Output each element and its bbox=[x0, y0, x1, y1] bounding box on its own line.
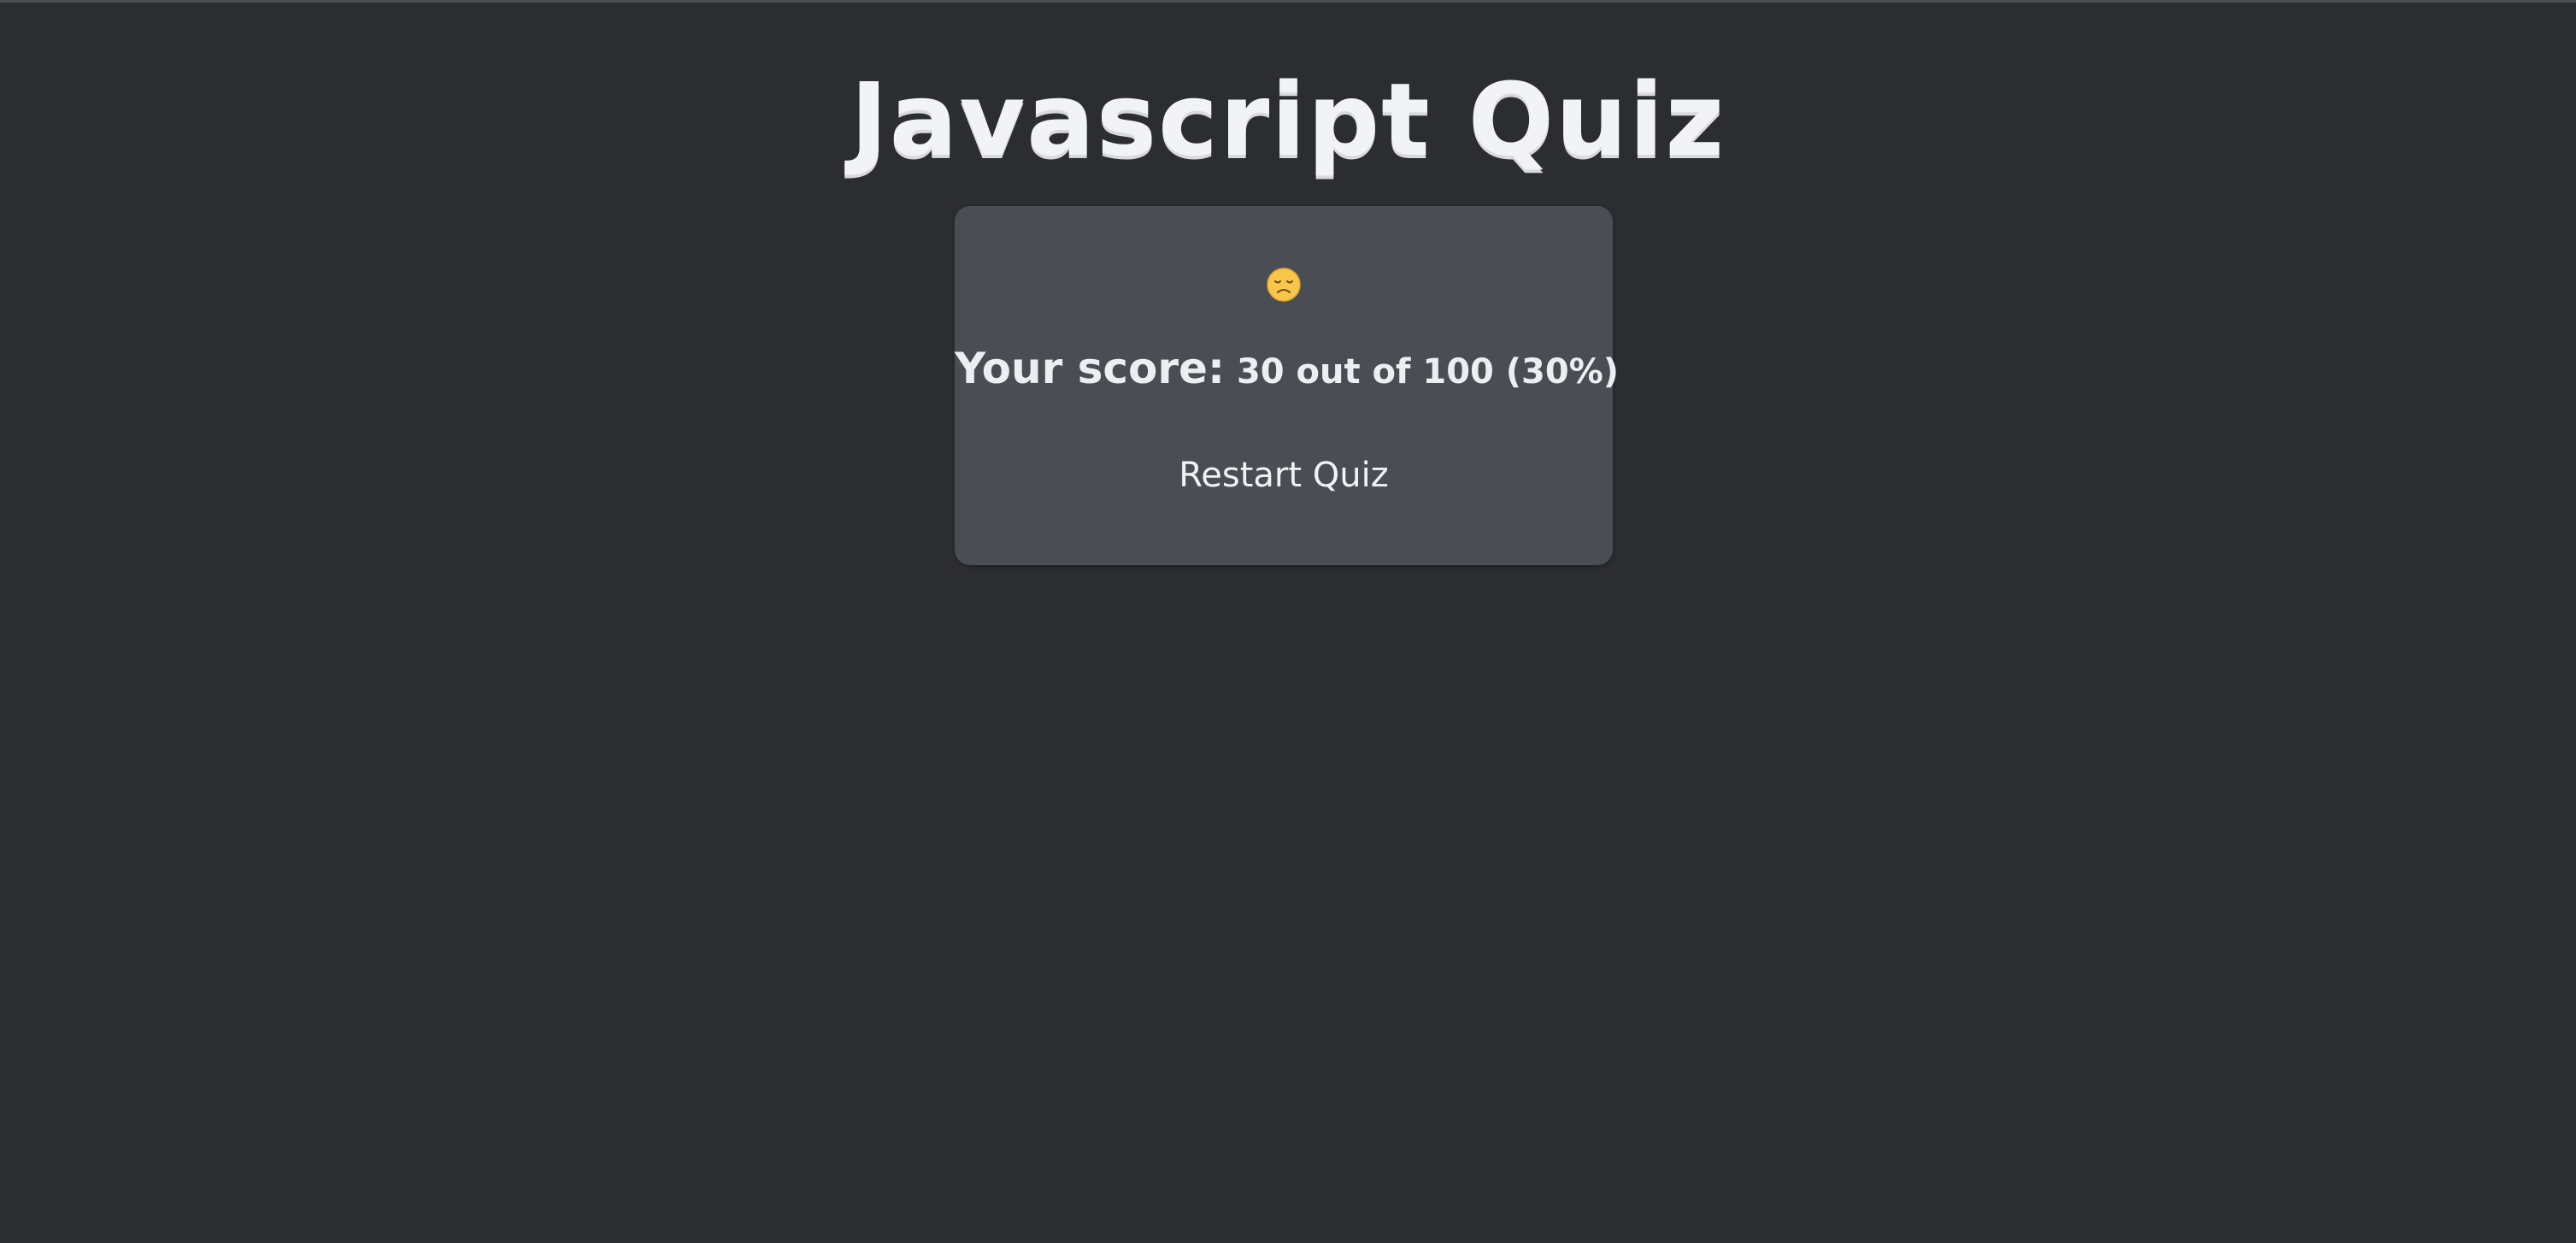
score-value: 30 out of 100 (30%) bbox=[1236, 352, 1620, 392]
disappointed-face-icon bbox=[955, 268, 1613, 311]
score-line: Your score: 30 out of 100 (30%) bbox=[955, 334, 1619, 406]
page-title: Javascript Quiz bbox=[850, 61, 1726, 179]
restart-quiz-button[interactable]: Restart Quiz bbox=[1156, 441, 1412, 510]
score-label: Your score: bbox=[955, 344, 1225, 393]
result-card: Your score: 30 out of 100 (30%) Restart Q… bbox=[955, 206, 1619, 565]
